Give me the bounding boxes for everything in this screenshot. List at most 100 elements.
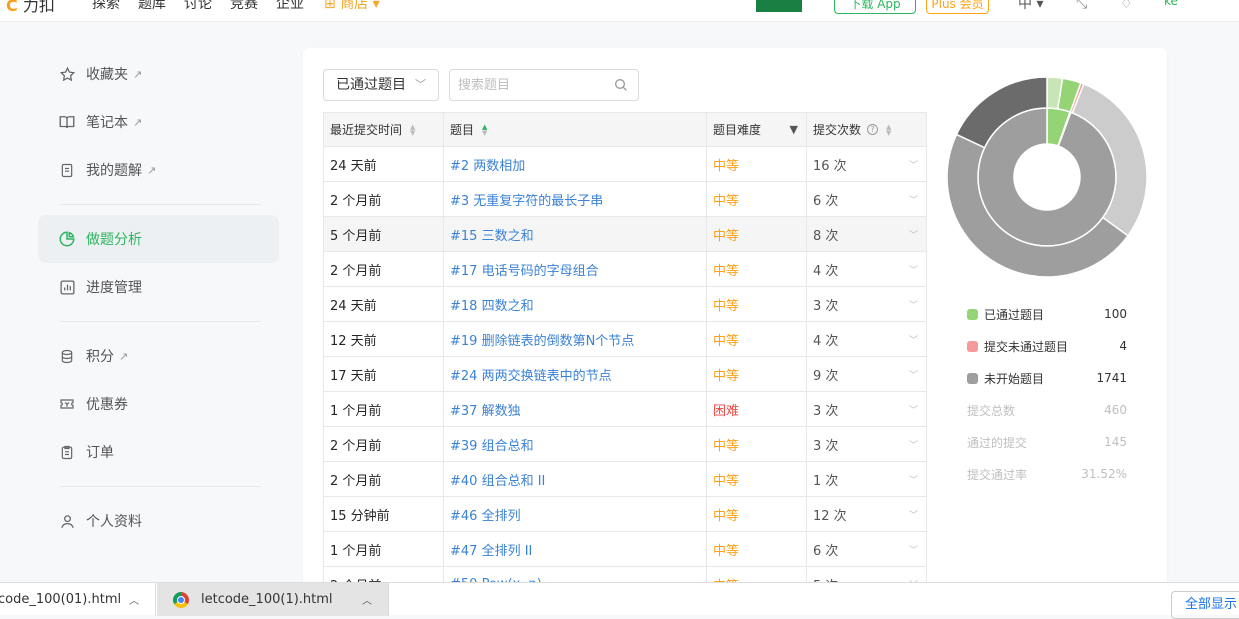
chevron-down-icon[interactable]: ﹀ [909,263,918,276]
problem-title-link[interactable]: #3 无重复字符的最长子串 [450,190,603,209]
download-item[interactable]: code_100(01).html ︿ [0,583,156,616]
sidebar-item-label: 进度管理 [86,280,142,296]
sidebar-item-favorites[interactable]: 收藏夹 ↗ [38,50,279,98]
chevron-down-icon: ﹀ [415,78,426,91]
ticket-icon [58,395,76,413]
sidebar: 收藏夹 ↗ 笔记本 ↗ 我的题解 ↗ 做题分析 进度管理 积分 ↗ 优惠券 订单… [38,50,279,545]
problem-title-link[interactable]: #18 四数之和 [450,295,534,314]
table-row[interactable]: 12 天前 #19 删除链表的倒数第N个节点 中等 4 次 ﹀ [324,322,926,357]
problem-title-link[interactable]: #46 全排列 [450,505,521,524]
problem-title-link[interactable]: #37 解数独 [450,400,521,419]
status-filter-select[interactable]: 已通过题目 ﹀ [323,69,439,101]
legend-dot [967,308,978,320]
star-icon [58,65,76,83]
header-label: 题目难度 [713,123,762,137]
playground-icon[interactable]: ⤡ [1076,0,1087,12]
cell-submissions: 3 次 ﹀ [807,427,926,461]
download-item[interactable]: letcode_100(1).html ︿ [157,583,389,616]
table-row[interactable]: 2 个月前 #3 无重复字符的最长子串 中等 6 次 ﹀ [324,182,926,217]
download-app-button[interactable]: 下载 App [834,0,916,14]
cell-title: #47 全排列 II [444,532,707,566]
cell-last-submit-time: 12 天前 [324,322,444,356]
chevron-down-icon[interactable]: ﹀ [909,333,918,346]
difficulty-label: 中等 [713,193,740,209]
book-icon [58,113,76,131]
table-row[interactable]: 15 分钟前 #46 全排列 中等 12 次 ﹀ [324,497,926,532]
search-input[interactable] [458,71,608,99]
nav-explore[interactable]: 探索 [92,0,120,13]
submission-count: 4 次 [813,333,839,349]
table-row[interactable]: 1 个月前 #47 全排列 II 中等 6 次 ﹀ [324,532,926,567]
submit-time: 2 个月前 [330,263,382,279]
sidebar-item-analysis[interactable]: 做题分析 [38,215,279,263]
chevron-down-icon[interactable]: ﹀ [909,508,918,521]
sidebar-item-profile[interactable]: 个人资料 [38,497,279,545]
chevron-down-icon[interactable]: ﹀ [909,193,918,206]
promo-flag[interactable] [756,0,802,12]
sidebar-item-coupons[interactable]: 优惠券 [38,380,279,428]
sort-icon[interactable]: ▲ ▼ [410,123,415,136]
table-row[interactable]: 5 个月前 #15 三数之和 中等 8 次 ﹀ [324,217,926,252]
table-row[interactable]: 24 天前 #18 四数之和 中等 3 次 ﹀ [324,287,926,322]
nav-problems[interactable]: 题库 [138,0,166,13]
sidebar-item-my-solutions[interactable]: 我的题解 ↗ [38,146,279,194]
chevron-down-icon[interactable]: ﹀ [909,403,918,416]
table-row[interactable]: 17 天前 #24 两两交换链表中的节点 中等 9 次 ﹀ [324,357,926,392]
table-row[interactable]: 2 个月前 #39 组合总和 中等 3 次 ﹀ [324,427,926,462]
bell-icon[interactable]: ♢ [1120,0,1133,12]
header-title[interactable]: 题目 ▲ ▼ [444,113,707,146]
cell-last-submit-time: 5 个月前 [324,217,444,251]
problem-title-link[interactable]: #39 组合总和 [450,435,534,454]
sidebar-item-points[interactable]: 积分 ↗ [38,332,279,380]
problem-title-link[interactable]: #19 删除链表的倒数第N个节点 [450,330,634,349]
table-row[interactable]: 2 个月前 #40 组合总和 II 中等 1 次 ﹀ [324,462,926,497]
nav-contest[interactable]: 竞赛 [230,0,258,13]
chevron-up-icon[interactable]: ︿ [129,592,139,607]
nav-shop[interactable]: ⊞ 商店 ▾ [324,0,380,13]
chevron-down-icon[interactable]: ﹀ [909,298,918,311]
sidebar-item-orders[interactable]: 订单 [38,428,279,476]
chevron-down-icon[interactable]: ﹀ [909,368,918,381]
submit-time: 1 个月前 [330,543,382,559]
nav-enterprise[interactable]: 企业 [276,0,304,13]
header-last-submit-time[interactable]: 最近提交时间 ▲ ▼ [324,113,444,146]
header-submissions[interactable]: 提交次数 ? ▲ ▼ [807,113,926,146]
sidebar-item-progress[interactable]: 进度管理 [38,263,279,311]
table-row[interactable]: 1 个月前 #37 解数独 困难 3 次 ﹀ [324,392,926,427]
table-row[interactable]: 2 个月前 #17 电话号码的字母组合 中等 4 次 ﹀ [324,252,926,287]
problem-title-link[interactable]: #15 三数之和 [450,225,534,244]
sort-icon[interactable]: ▲ ▼ [886,123,891,136]
problem-title-link[interactable]: #2 两数相加 [450,155,525,174]
cell-title: #37 解数独 [444,392,707,426]
difficulty-label: 中等 [713,333,740,349]
table-body: 24 天前 #2 两数相加 中等 16 次 ﹀ 2 个月前 #3 无重复字符的最长子串 中等 6… [324,147,926,588]
chevron-down-icon[interactable]: ﹀ [909,543,918,556]
cell-submissions: 6 次 ﹀ [807,532,926,566]
table-row[interactable]: 24 天前 #2 两数相加 中等 16 次 ﹀ [324,147,926,182]
legend-dot [967,372,978,384]
problem-title-link[interactable]: #40 组合总和 II [450,470,545,489]
difficulty-label: 中等 [713,263,740,279]
problem-title-link[interactable]: #17 电话号码的字母组合 [450,260,599,279]
problem-title-link[interactable]: #24 两两交换链表中的节点 [450,365,612,384]
filter-icon[interactable]: ▼ [790,123,798,136]
plus-member-button[interactable]: Plus 会员 [926,0,989,14]
user-avatar[interactable]: ke [1164,0,1178,8]
chevron-down-icon[interactable]: ﹀ [909,158,918,171]
sidebar-item-notebook[interactable]: 笔记本 ↗ [38,98,279,146]
header-difficulty[interactable]: 题目难度 ▼ [707,113,807,146]
chevron-down-icon[interactable]: ﹀ [909,473,918,486]
search-box[interactable] [449,69,639,101]
search-icon[interactable] [613,77,629,93]
sort-icon[interactable]: ▲ ▼ [482,123,487,136]
chevron-down-icon[interactable]: ﹀ [909,228,918,241]
chevron-down-icon[interactable]: ﹀ [909,438,918,451]
help-icon[interactable]: ? [867,124,879,135]
cell-title: #2 两数相加 [444,147,707,181]
language-switch[interactable]: 中 ▾ [1018,0,1043,13]
nav-discuss[interactable]: 讨论 [184,0,212,13]
leetcode-logo[interactable]: C 力扣 [6,0,55,16]
external-link-icon: ↗ [119,349,129,363]
chevron-up-icon[interactable]: ︿ [362,592,372,607]
problem-title-link[interactable]: #47 全排列 II [450,540,532,559]
